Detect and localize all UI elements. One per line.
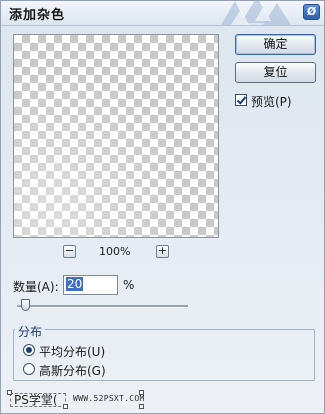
amount-label: 数量(A):: [13, 280, 59, 294]
watermark-handle: [7, 390, 12, 395]
reset-button[interactable]: 复位: [235, 62, 316, 83]
watermark-text: PS学堂(: [14, 393, 58, 407]
zoom-in-button[interactable]: +: [156, 245, 169, 258]
uniform-radio[interactable]: [23, 344, 35, 356]
zoom-out-button[interactable]: −: [63, 245, 76, 258]
amount-slider-thumb[interactable]: [21, 299, 31, 311]
amount-value: 20: [66, 277, 84, 291]
watermark-handle: [63, 404, 68, 409]
gaussian-radio-label: 高斯分布(G): [39, 364, 106, 378]
preview-canvas[interactable]: [13, 34, 219, 238]
dialog-title: 添加杂色: [9, 8, 66, 23]
preview-checkbox[interactable]: [235, 94, 247, 106]
amount-input[interactable]: 20: [63, 275, 118, 295]
add-noise-dialog: 添加杂色 Ø − 100% + 确定 复位 预览(P) 数量(A): 20 %: [0, 0, 325, 414]
zoom-level: 100%: [99, 245, 131, 258]
ok-button[interactable]: 确定: [235, 34, 316, 55]
distribution-title: 分布: [15, 323, 46, 340]
preview-checkbox-label: 预览(P): [251, 95, 292, 109]
watermark: PS学堂( WWW.52PSXT.COM: [7, 389, 147, 409]
title-bar-decoration: [221, 1, 291, 25]
zoom-controls: − 100% +: [61, 245, 171, 261]
title-bar[interactable]: 添加杂色 Ø: [1, 1, 324, 26]
amount-slider-track[interactable]: [17, 305, 188, 308]
close-button[interactable]: Ø: [303, 4, 320, 20]
gaussian-radio[interactable]: [23, 363, 35, 375]
uniform-radio-label: 平均分布(U): [39, 345, 106, 359]
watermark-handle: [139, 404, 144, 409]
watermark-url: WWW.52PSXT.COM: [73, 394, 145, 403]
amount-unit: %: [123, 278, 135, 292]
